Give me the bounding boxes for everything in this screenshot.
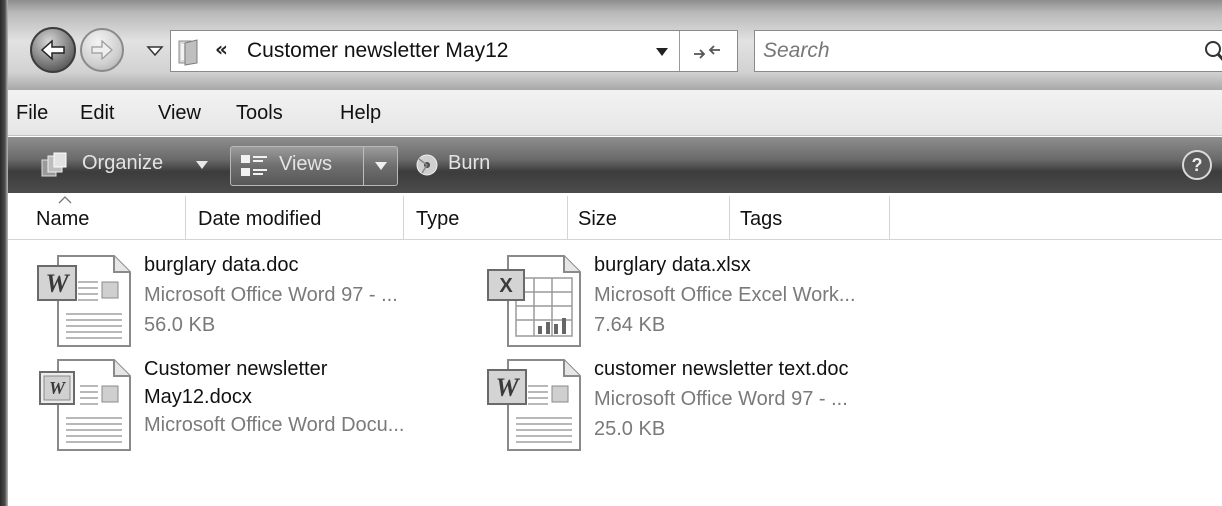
views-icon [241, 155, 267, 176]
column-tags-label: Tags [740, 208, 783, 230]
svg-text:X: X [499, 275, 513, 297]
search-box[interactable]: Search [754, 30, 1222, 72]
file-item[interactable]: X burglary data.xlsx Microsoft Office Ex… [486, 252, 946, 352]
sort-ascending-icon [58, 196, 72, 204]
menu-file[interactable]: File [16, 102, 48, 125]
column-date-modified[interactable]: Date modified [186, 196, 404, 240]
address-divider [679, 31, 680, 71]
column-size-label: Size [578, 208, 617, 230]
word-97-doc-icon: W [487, 359, 581, 451]
file-size: 25.0 KB [594, 418, 666, 440]
recent-pages-dropdown[interactable] [146, 44, 164, 58]
file-name: burglary data.xlsx [594, 254, 751, 276]
menu-bar: File Edit View Tools Help [0, 90, 1222, 136]
forward-button[interactable] [80, 28, 124, 72]
file-name: customer newsletter text.doc [594, 358, 849, 380]
forward-arrow-icon [91, 40, 113, 60]
file-type: Microsoft Office Word Docu... [144, 414, 405, 436]
address-overflow-chevron[interactable]: « [215, 37, 228, 61]
svg-text:W: W [49, 378, 67, 398]
column-type-label: Type [416, 208, 460, 230]
file-item[interactable]: W Customer newsletter May12.docx Microso… [36, 356, 476, 456]
file-type: Microsoft Office Word 97 - ... [594, 388, 848, 410]
word-docx-icon: W [39, 359, 131, 451]
organize-button[interactable]: Organize [82, 152, 163, 175]
column-name-label: Name [36, 208, 90, 230]
file-size: 7.64 KB [594, 314, 666, 336]
burn-button[interactable]: Burn [448, 152, 490, 175]
menu-tools[interactable]: Tools [236, 102, 283, 125]
file-item[interactable]: W burglary data.doc Microsoft Office Wor… [36, 252, 476, 352]
chevron-down-icon[interactable] [655, 47, 669, 57]
word-97-doc-icon: W [37, 255, 131, 347]
column-name[interactable]: Name [0, 196, 186, 240]
file-list: W burglary data.doc Microsoft Office Wor… [0, 240, 1222, 506]
help-icon[interactable]: ? [1182, 150, 1212, 180]
file-type: Microsoft Office Excel Work... [594, 284, 856, 306]
refresh-arrows-icon [694, 45, 720, 59]
column-date-modified-label: Date modified [198, 208, 322, 230]
views-split-divider [363, 147, 364, 185]
svg-text:W: W [495, 373, 520, 402]
excel-workbook-icon: X [487, 255, 581, 347]
file-name-line-1: Customer newsletter [144, 358, 328, 380]
back-button[interactable] [30, 27, 76, 73]
search-icon[interactable] [1203, 39, 1222, 65]
organize-icon [41, 152, 67, 177]
address-path[interactable]: Customer newsletter May12 [247, 39, 508, 63]
menu-view[interactable]: View [158, 102, 201, 125]
column-type[interactable]: Type [404, 196, 568, 240]
file-name: burglary data.doc [144, 254, 299, 276]
views-dropdown-icon[interactable] [375, 162, 387, 170]
file-name-line-2: May12.docx [144, 386, 252, 408]
file-size: 56.0 KB [144, 314, 216, 336]
file-item[interactable]: W customer newsletter text.doc Microsoft… [486, 356, 946, 456]
window-left-edge [0, 0, 8, 506]
command-bar: Organize Views Burn ? [0, 137, 1222, 193]
svg-text:W: W [45, 269, 70, 298]
organize-dropdown-icon[interactable] [196, 161, 208, 169]
views-button[interactable]: Views [230, 146, 398, 186]
burn-disc-icon [416, 154, 438, 176]
menu-help[interactable]: Help [340, 102, 381, 125]
refresh-button[interactable] [687, 39, 727, 65]
address-bar[interactable]: « Customer newsletter May12 [170, 30, 738, 72]
menu-edit[interactable]: Edit [80, 102, 114, 125]
column-size[interactable]: Size [568, 196, 730, 240]
column-tags[interactable]: Tags [730, 196, 890, 240]
file-type: Microsoft Office Word 97 - ... [144, 284, 398, 306]
back-arrow-icon [40, 39, 65, 61]
address-toolbar: « Customer newsletter May12 Search [0, 0, 1222, 90]
column-header-row: Name Date modified Type Size Tags [0, 196, 1222, 240]
folder-icon [178, 39, 198, 66]
search-placeholder: Search [763, 39, 830, 62]
views-label: Views [279, 153, 332, 175]
